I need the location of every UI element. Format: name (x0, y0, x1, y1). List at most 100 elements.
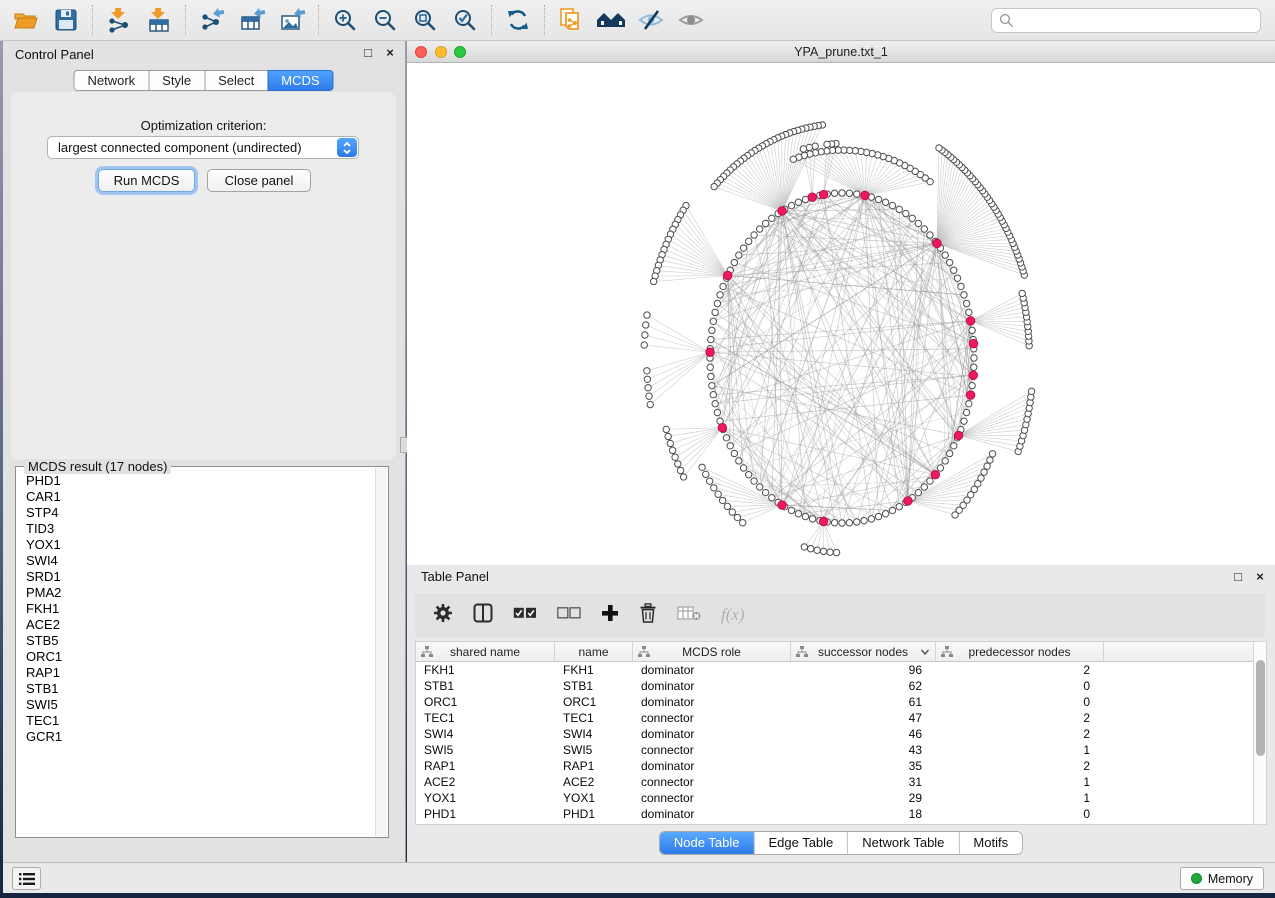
export-image-icon[interactable] (272, 3, 312, 37)
select-stepper-icon[interactable] (337, 138, 357, 157)
tab-style[interactable]: Style (148, 70, 205, 91)
table-cell[interactable]: PHD1 (555, 806, 633, 822)
float-table-panel-icon[interactable]: □ (1231, 569, 1245, 585)
table-cell[interactable]: 2 (936, 710, 1104, 726)
run-mcds-button[interactable]: Run MCDS (98, 169, 195, 192)
table-cell[interactable]: STB1 (555, 678, 633, 694)
tab-mcds[interactable]: MCDS (267, 70, 333, 91)
table-cell[interactable]: STB1 (416, 678, 555, 694)
mcds-result-item[interactable]: GCR1 (18, 729, 374, 745)
table-cell[interactable]: dominator (633, 806, 791, 822)
table-cell[interactable]: RAP1 (555, 758, 633, 774)
tab-edge-table[interactable]: Edge Table (753, 832, 847, 854)
save-session-icon[interactable] (46, 3, 86, 37)
table-row[interactable]: FKH1FKH1dominator962 (416, 662, 1260, 678)
table-cell[interactable]: YOX1 (416, 790, 555, 806)
table-cell[interactable]: SWI4 (416, 726, 555, 742)
export-network-icon[interactable] (192, 3, 232, 37)
table-row[interactable]: SWI4SWI4dominator462 (416, 726, 1260, 742)
table-cell[interactable]: connector (633, 774, 791, 790)
delete-column-icon[interactable] (639, 603, 657, 628)
mcds-result-item[interactable]: ACE2 (18, 617, 374, 633)
mcds-result-item[interactable]: SWI5 (18, 697, 374, 713)
table-cell[interactable]: 0 (936, 694, 1104, 710)
table-row[interactable]: SWI5SWI5connector431 (416, 742, 1260, 758)
table-cell[interactable]: dominator (633, 678, 791, 694)
table-row[interactable]: TEC1TEC1connector472 (416, 710, 1260, 726)
table-cell[interactable]: dominator (633, 726, 791, 742)
table-cell[interactable]: 31 (791, 774, 936, 790)
deselect-all-icon[interactable] (557, 606, 581, 624)
add-column-icon[interactable] (601, 604, 619, 627)
table-cell[interactable]: TEC1 (555, 710, 633, 726)
table-cell[interactable]: SWI5 (416, 742, 555, 758)
tab-select[interactable]: Select (204, 70, 268, 91)
table-cell[interactable]: FKH1 (555, 662, 633, 678)
table-row[interactable]: YOX1YOX1connector291 (416, 790, 1260, 806)
mcds-result-item[interactable]: SWI4 (18, 553, 374, 569)
mcds-result-item[interactable]: RAP1 (18, 665, 374, 681)
table-cell[interactable]: ORC1 (416, 694, 555, 710)
table-row[interactable]: ORC1ORC1dominator610 (416, 694, 1260, 710)
table-cell[interactable]: 47 (791, 710, 936, 726)
mcds-result-item[interactable]: STP4 (18, 505, 374, 521)
export-table-icon[interactable] (232, 3, 272, 37)
table-cell[interactable]: 0 (936, 806, 1104, 822)
table-cell[interactable]: 43 (791, 742, 936, 758)
mcds-result-item[interactable]: FKH1 (18, 601, 374, 617)
search-input[interactable] (1014, 11, 1260, 31)
network-file-icon[interactable] (551, 3, 591, 37)
close-panel-button[interactable]: Close panel (207, 169, 311, 192)
table-cell[interactable]: 96 (791, 662, 936, 678)
mcds-result-item[interactable]: STB1 (18, 681, 374, 697)
table-cell[interactable]: connector (633, 742, 791, 758)
tab-node-table[interactable]: Node Table (660, 832, 754, 854)
table-cell[interactable]: 35 (791, 758, 936, 774)
mcds-result-item[interactable]: TID3 (18, 521, 374, 537)
table-cell[interactable]: ORC1 (555, 694, 633, 710)
table-cell[interactable]: 1 (936, 774, 1104, 790)
close-table-panel-icon[interactable]: × (1253, 569, 1267, 585)
sort-chevron-icon[interactable] (920, 648, 930, 656)
mcds-result-item[interactable]: YOX1 (18, 537, 374, 553)
task-history-button[interactable] (12, 867, 41, 890)
table-row[interactable]: STB1STB1dominator620 (416, 678, 1260, 694)
table-row[interactable]: PHD1PHD1dominator180 (416, 806, 1260, 822)
table-settings-gear-icon[interactable] (433, 603, 453, 628)
table-cell[interactable]: 2 (936, 726, 1104, 742)
mcds-list-scrollbar[interactable] (375, 468, 387, 836)
mcds-result-item[interactable]: CAR1 (18, 489, 374, 505)
table-scrollbar-thumb[interactable] (1256, 660, 1265, 756)
tab-network-table[interactable]: Network Table (847, 832, 958, 854)
column-header-mcds-role[interactable]: MCDS role (633, 642, 791, 661)
table-cell[interactable]: 61 (791, 694, 936, 710)
mcds-result-item[interactable]: PHD1 (18, 473, 374, 489)
zoom-fit-icon[interactable] (405, 3, 445, 37)
show-all-icon[interactable] (671, 3, 711, 37)
tab-motifs[interactable]: Motifs (958, 832, 1022, 854)
table-cell[interactable]: RAP1 (416, 758, 555, 774)
close-panel-icon[interactable]: × (383, 45, 397, 61)
select-all-icon[interactable] (513, 606, 537, 624)
table-cell[interactable]: YOX1 (555, 790, 633, 806)
table-cell[interactable]: ACE2 (416, 774, 555, 790)
table-cell[interactable]: 18 (791, 806, 936, 822)
float-panel-icon[interactable]: □ (361, 45, 375, 61)
refresh-view-icon[interactable] (498, 3, 538, 37)
column-header-predecessor-nodes[interactable]: predecessor nodes (936, 642, 1104, 661)
table-cell[interactable]: 2 (936, 662, 1104, 678)
table-cell[interactable]: SWI4 (555, 726, 633, 742)
table-cell[interactable]: 0 (936, 678, 1104, 694)
table-cell[interactable]: connector (633, 790, 791, 806)
hide-selected-icon[interactable] (631, 3, 671, 37)
table-cell[interactable]: 1 (936, 790, 1104, 806)
network-canvas[interactable] (407, 63, 1275, 565)
table-cell[interactable]: 1 (936, 742, 1104, 758)
first-neighbors-icon[interactable] (591, 3, 631, 37)
table-cell[interactable]: 62 (791, 678, 936, 694)
mcds-result-item[interactable]: ORC1 (18, 649, 374, 665)
column-header-successor-nodes[interactable]: successor nodes (791, 642, 936, 661)
mcds-result-item[interactable]: PMA2 (18, 585, 374, 601)
table-cell[interactable]: PHD1 (416, 806, 555, 822)
table-cell[interactable]: SWI5 (555, 742, 633, 758)
